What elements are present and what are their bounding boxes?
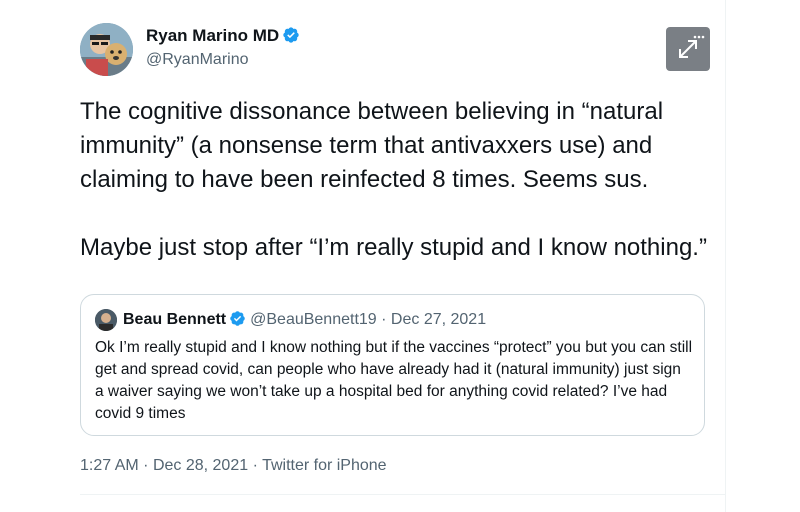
tweet-time[interactable]: 1:27 AM [80,457,139,474]
quoted-date[interactable]: Dec 27, 2021 [391,311,486,328]
more-dots-icon [693,35,697,39]
quoted-header: Beau Bennett @BeauBennett19 · Dec 27, 202… [123,310,486,329]
verified-badge-icon [283,27,299,43]
verified-badge-icon [230,311,245,326]
separator-dot: · [381,311,387,328]
author-avatar[interactable] [80,23,133,76]
divider-horizontal [80,494,725,495]
tweet-card: Ryan Marino MD @RyanMarino The cognitive… [0,0,800,512]
expand-button[interactable] [666,27,710,71]
divider-vertical [725,0,726,512]
quoted-text: Ok I’m really stupid and I know nothing … [95,339,693,422]
author-name[interactable]: Ryan Marino MD [146,26,300,46]
author-handle[interactable]: @RyanMarino [146,51,249,69]
separator-dot: · [143,457,149,474]
expand-icon [679,35,705,58]
tweet-source[interactable]: Twitter for iPhone [262,457,387,474]
author-name-text[interactable]: Ryan Marino MD [146,26,279,45]
tweet-date[interactable]: Dec 28, 2021 [153,457,248,474]
quoted-author-name[interactable]: Beau Bennett [123,311,226,328]
quoted-author-handle[interactable]: @BeauBennett19 [250,311,377,328]
separator-dot: · [252,457,258,474]
quoted-avatar[interactable] [95,309,117,331]
tweet-meta: 1:27 AM · Dec 28, 2021 · Twitter for iPh… [80,457,387,475]
quoted-tweet[interactable]: Beau Bennett @BeauBennett19 · Dec 27, 202… [80,294,705,436]
tweet-text: The cognitive dissonance between believi… [80,98,707,261]
